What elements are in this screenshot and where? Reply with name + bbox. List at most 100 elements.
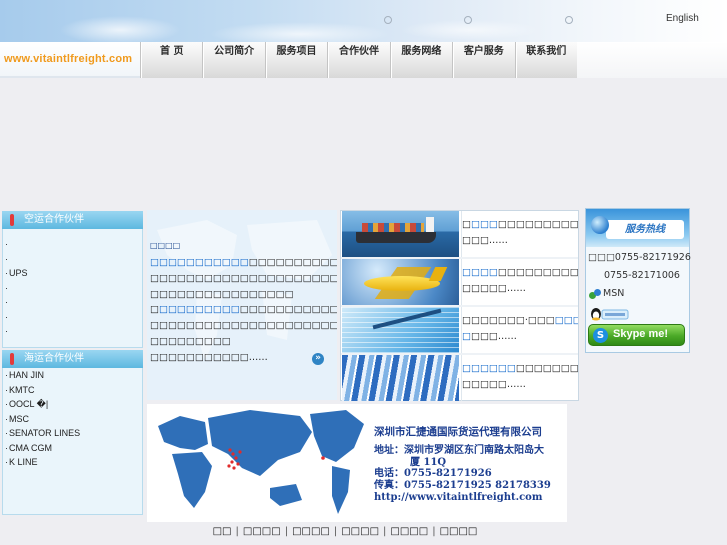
body-text: □□□□□…… bbox=[462, 283, 526, 294]
partner-link[interactable]: UPS bbox=[3, 268, 142, 283]
partner-link[interactable] bbox=[3, 239, 142, 254]
air-partners-panel: UPS bbox=[2, 229, 143, 348]
logo-area: www.vitaintlfreight.com bbox=[0, 42, 140, 78]
service-hotline-widget: 服务热线 □□□0755-82171926 0755-82171006 MSN … bbox=[585, 208, 691, 353]
phone-2: 0755-82171006 bbox=[604, 270, 680, 281]
hotline-header: 服务热线 bbox=[586, 209, 689, 247]
map-south-america bbox=[332, 466, 350, 514]
msn-buddy-blue bbox=[594, 289, 601, 296]
intro-line: □□□□□□□□□□□□□□□□ bbox=[150, 289, 336, 305]
nav-item-partners[interactable]: 合作伙伴 bbox=[327, 42, 389, 78]
company-address: 地址：深圳市罗湖区东门南路太阳岛大 bbox=[374, 444, 544, 456]
company-address-cont: 厦 11Q bbox=[410, 456, 447, 468]
intro-line: □□□□□□□□□□□□□□□□□□□□□□□□□ bbox=[150, 320, 337, 336]
footer-link[interactable]: □□ bbox=[213, 526, 232, 537]
highlight-link-text[interactable]: □□□□ bbox=[462, 267, 498, 278]
service-text-line: □□□□□□□·□□□□□□ bbox=[462, 315, 578, 331]
qq-chat-icon[interactable] bbox=[590, 306, 630, 321]
nav-item-about[interactable]: 公司简介 bbox=[202, 42, 264, 78]
highlight-link-text[interactable]: □□□□□□ bbox=[462, 363, 516, 374]
footer-link[interactable]: □□□□ bbox=[292, 526, 330, 537]
services-grid: □□□□□□□□□□□□□□□□□□□…… □□□□□□□□□□□□□□□□□□… bbox=[340, 210, 579, 401]
nav-item-services[interactable]: 服务项目 bbox=[264, 42, 327, 78]
highlight-link-text[interactable]: □□□□□□□□□ bbox=[159, 304, 240, 315]
company-url[interactable]: http://www.vitaintlfreight.com bbox=[374, 492, 566, 504]
skype-me-button[interactable]: S Skype me! bbox=[588, 324, 685, 346]
highlight-link-text[interactable]: □ bbox=[462, 331, 471, 342]
ship-hull bbox=[356, 232, 436, 243]
service-text: □□□□□□□□□□□□□□□□□□□…… bbox=[461, 211, 578, 257]
footer-link[interactable]: □□□□ bbox=[440, 526, 478, 537]
company-contact-info: 深圳市汇捷通国际货运代理有限公司 地址：深圳市罗湖区东门南路太阳岛大 厦 11Q… bbox=[374, 426, 566, 504]
service-text-line: □□□□□□□□□□□□□□□□ bbox=[462, 363, 578, 379]
intro-text: □□□□ □□□□□□□□□□□□□□□□□□□□□ □□□□□□□□□□□□□□□… bbox=[150, 241, 337, 368]
partner-link[interactable]: MSC bbox=[3, 414, 142, 429]
body-text: □□□□□□□□□□□□□□ bbox=[248, 256, 337, 268]
company-name: 深圳市汇捷通国际货运代理有限公司 bbox=[374, 426, 542, 438]
highlight-link-text[interactable]: □□□ bbox=[471, 219, 498, 230]
body-text: □ bbox=[462, 219, 471, 230]
company-card: 深圳市汇捷通国际货运代理有限公司 地址：深圳市罗湖区东门南路太阳岛大 厦 11Q… bbox=[147, 404, 567, 522]
sea-partners-panel: HAN JINKMTCOOCL �|MSCSENATOR LINESCMA CG… bbox=[2, 368, 143, 515]
highlight-link-text[interactable]: □□□ bbox=[555, 315, 578, 326]
body-text: □□□…… bbox=[462, 235, 508, 246]
company-tel: 电话：0755-82171926 bbox=[374, 468, 492, 480]
intro-title: □□□□ bbox=[150, 241, 336, 257]
folders-image[interactable] bbox=[342, 355, 459, 401]
intro-line: □□□□□□□□□ bbox=[150, 336, 336, 352]
nav-item-network[interactable]: 服务网络 bbox=[389, 42, 452, 78]
containers bbox=[362, 223, 424, 232]
partner-link[interactable] bbox=[3, 312, 142, 327]
english-link[interactable]: English bbox=[666, 13, 699, 24]
skype-icon: S bbox=[593, 328, 608, 343]
partner-link[interactable]: OOCL �| bbox=[3, 399, 142, 414]
service-text: □□□□□□□·□□□□□□□□□□…… bbox=[461, 307, 578, 353]
documents-image[interactable] bbox=[342, 307, 459, 353]
partner-link[interactable]: CMA CGM bbox=[3, 443, 142, 458]
top-banner bbox=[0, 0, 727, 42]
msn-link[interactable]: MSN bbox=[603, 288, 624, 299]
footer-links: □□ | □□□□ | □□□□ | □□□□ | □□□□ | □□□□ bbox=[0, 526, 690, 537]
service-text: □□□□□□□□□□□□□□□□□□□□□…… bbox=[461, 259, 578, 305]
sea-partners-title: 海运合作伙伴 bbox=[24, 353, 84, 364]
partner-link[interactable]: HAN JIN bbox=[3, 370, 142, 385]
company-intro-panel: □□□□ □□□□□□□□□□□□□□□□□□□□□ □□□□□□□□□□□□□□□… bbox=[147, 210, 337, 400]
partner-link[interactable] bbox=[3, 326, 142, 341]
qq-penguin-icon bbox=[591, 308, 629, 321]
body-text: □□□□□□□□□□□…… bbox=[150, 351, 268, 363]
partner-link[interactable] bbox=[3, 254, 142, 269]
highlight-link-text[interactable]: □□□□□□□□□□□ bbox=[150, 257, 249, 268]
footer-separator: | bbox=[383, 526, 387, 537]
footer-separator: | bbox=[432, 526, 436, 537]
footer-link[interactable]: □□□□ bbox=[341, 526, 379, 537]
footer-link[interactable]: □□□□ bbox=[390, 526, 428, 537]
phone-1: □□□0755-82171926 bbox=[588, 252, 691, 263]
footer-link[interactable]: □□□□ bbox=[243, 526, 281, 537]
nav-item-customer-service[interactable]: 客户服务 bbox=[452, 42, 514, 78]
footer-separator: | bbox=[333, 526, 338, 537]
partner-link[interactable] bbox=[3, 297, 142, 312]
service-text-line: □□□□□…… bbox=[462, 283, 578, 299]
partner-link[interactable]: K LINE bbox=[3, 457, 142, 472]
partner-link[interactable]: SENATOR LINES bbox=[3, 428, 142, 443]
airplane-image[interactable] bbox=[342, 259, 459, 305]
msn-icon[interactable] bbox=[589, 289, 601, 300]
service-text: □□□□□□□□□□□□□□□□□□□□□…… bbox=[461, 355, 578, 401]
footer-separator: | bbox=[284, 526, 289, 537]
more-button[interactable]: » bbox=[312, 353, 324, 365]
body-text: □□□□□□□□□□□□□□□ bbox=[239, 304, 337, 316]
site-logo[interactable]: www.vitaintlfreight.com bbox=[4, 53, 132, 65]
air-partners-title: 空运合作伙伴 bbox=[24, 214, 84, 225]
ship-bridge bbox=[426, 217, 434, 232]
nav-item-contact[interactable]: 联系我们 bbox=[514, 42, 577, 78]
partner-link[interactable] bbox=[3, 283, 142, 298]
nav-item-home[interactable]: 首 页 bbox=[140, 42, 202, 78]
service-text-line: □□□…… bbox=[462, 235, 578, 251]
body-text: □□□□□□□□□ bbox=[150, 336, 231, 348]
cargo-ship-image[interactable] bbox=[342, 211, 459, 257]
air-partners-header: 空运合作伙伴 bbox=[2, 211, 143, 229]
intro-line: □□□□□□□□□□□□□□□□□□□□□□□□□ bbox=[150, 256, 337, 273]
map-australia bbox=[270, 484, 302, 506]
service-text-line: □□□□□□□□□□□□□□□□ bbox=[462, 267, 578, 283]
partner-link[interactable]: KMTC bbox=[3, 385, 142, 400]
